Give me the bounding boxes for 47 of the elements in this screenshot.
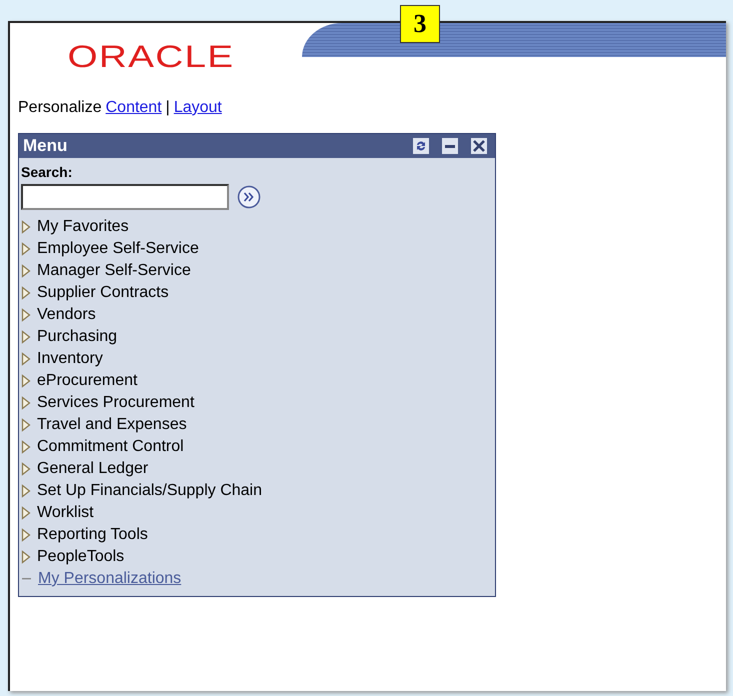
search-label: Search: xyxy=(21,163,74,182)
menu-folder-item[interactable]: Travel and Expenses xyxy=(37,416,187,434)
expand-triangle-icon xyxy=(21,308,31,322)
menu-folder-item[interactable]: Supplier Contracts xyxy=(37,284,169,302)
menu-folder-item[interactable]: eProcurement xyxy=(37,372,138,390)
menu-folder-item[interactable]: My Favorites xyxy=(37,218,129,236)
menu-link[interactable]: My Personalizations xyxy=(38,570,182,588)
expand-triangle-icon xyxy=(21,440,31,454)
expand-triangle-icon xyxy=(21,462,31,476)
expand-triangle-icon xyxy=(21,550,31,564)
expand-triangle-icon xyxy=(21,484,31,498)
expand-triangle-icon xyxy=(21,330,31,344)
expand-triangle-icon xyxy=(21,418,31,432)
oracle-logo: ORACLE xyxy=(66,38,236,76)
step-number-badge: 3 xyxy=(400,5,440,43)
expand-triangle-icon xyxy=(21,220,31,234)
minimize-icon[interactable] xyxy=(442,138,458,154)
search-go-icon[interactable] xyxy=(237,185,261,209)
menu-folder-item[interactable]: Reporting Tools xyxy=(37,526,148,544)
menu-title: Menu xyxy=(23,136,68,156)
menu-folder-item[interactable]: PeopleTools xyxy=(37,548,124,566)
expand-triangle-icon xyxy=(21,242,31,256)
menu-folder-item[interactable]: Manager Self-Service xyxy=(37,262,191,280)
menu-folder-item[interactable]: Employee Self-Service xyxy=(37,240,199,258)
menu-folder-item[interactable]: Vendors xyxy=(37,306,96,324)
menu-folder-item[interactable]: Set Up Financials/Supply Chain xyxy=(37,482,262,500)
personalize-label: Personalize xyxy=(18,99,102,117)
close-icon[interactable] xyxy=(471,138,487,154)
expand-triangle-icon xyxy=(21,374,31,388)
menu-folder-item[interactable]: General Ledger xyxy=(37,460,148,478)
dash-icon xyxy=(22,578,31,580)
search-field[interactable] xyxy=(21,184,229,210)
menu-folder-item[interactable]: Inventory xyxy=(37,350,103,368)
expand-triangle-icon xyxy=(21,396,31,410)
expand-triangle-icon xyxy=(21,264,31,278)
menu-folder-item[interactable]: Services Procurement xyxy=(37,394,194,412)
menu-folder-item[interactable]: Purchasing xyxy=(37,328,118,346)
refresh-icon[interactable] xyxy=(413,138,429,154)
expand-triangle-icon xyxy=(21,506,31,520)
content-link[interactable]: Content xyxy=(106,99,162,117)
link-separator: | xyxy=(166,99,170,117)
menu-folder-item[interactable]: Commitment Control xyxy=(37,438,184,456)
expand-triangle-icon xyxy=(21,528,31,542)
menu-folder-item[interactable]: Worklist xyxy=(37,504,94,522)
expand-triangle-icon xyxy=(21,352,31,366)
layout-link[interactable]: Layout xyxy=(174,99,222,117)
expand-triangle-icon xyxy=(21,286,31,300)
